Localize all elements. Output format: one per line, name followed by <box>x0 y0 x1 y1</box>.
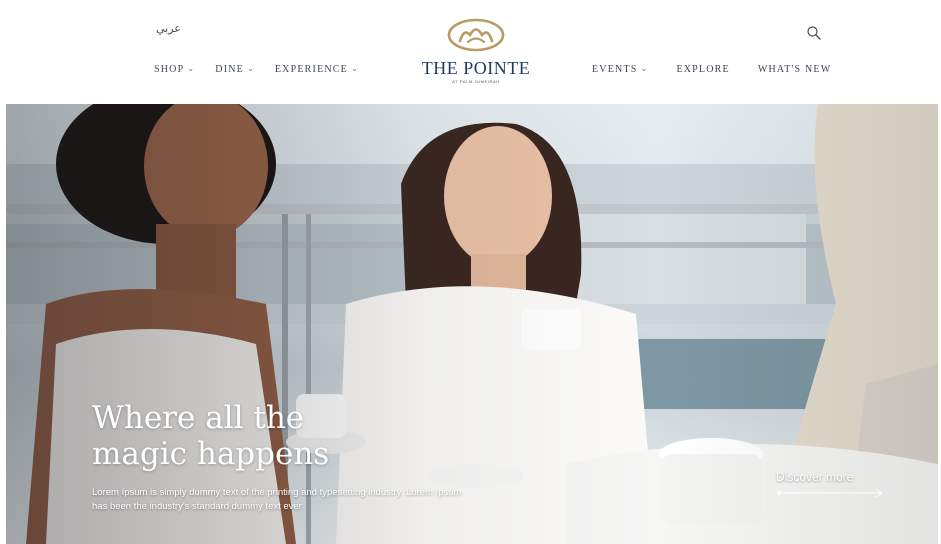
logo-wordmark: THE POINTE <box>421 58 531 78</box>
nav-item-dine[interactable]: DINE ⌄ <box>209 64 261 75</box>
primary-nav-left: SHOP ⌄ DINE ⌄ EXPERIENCE ⌄ <box>148 64 373 75</box>
discover-more-link[interactable]: Discover more <box>776 470 896 498</box>
chevron-down-icon: ⌄ <box>187 64 196 73</box>
language-switch-link[interactable]: عربي <box>156 22 181 35</box>
crown-arches-logo-icon <box>447 18 505 52</box>
site-header: عربي SHOP ⌄ DINE ⌄ EXPERIENCE ⌄ THE POIN… <box>6 0 938 104</box>
logo-tagline: AT PALM JUMEIRAH <box>452 79 500 84</box>
hero-banner: Where all the magic happens Lorem Ipsum … <box>6 104 938 544</box>
nav-item-label: DINE <box>215 64 244 75</box>
arrow-right-icon <box>776 488 883 498</box>
nav-item-explore[interactable]: EXPLORE <box>670 64 735 75</box>
hero-title: Where all the magic happens <box>92 400 330 472</box>
nav-item-label: SHOP <box>154 64 185 75</box>
nav-item-events[interactable]: EVENTS ⌄ <box>586 64 654 75</box>
nav-item-shop[interactable]: SHOP ⌄ <box>148 64 201 75</box>
discover-more-label: Discover more <box>776 470 854 484</box>
nav-item-whats-new[interactable]: WHAT'S NEW <box>752 64 838 75</box>
chevron-down-icon: ⌄ <box>246 64 255 73</box>
chevron-down-icon: ⌄ <box>640 64 649 73</box>
chevron-down-icon: ⌄ <box>350 64 359 73</box>
primary-nav-right: EVENTS ⌄ EXPLORE WHAT'S NEW <box>586 64 853 75</box>
nav-item-label: WHAT'S NEW <box>757 64 832 75</box>
nav-item-experience[interactable]: EXPERIENCE ⌄ <box>269 64 365 75</box>
nav-item-label: EVENTS <box>592 64 638 75</box>
site-logo[interactable]: THE POINTE AT PALM JUMEIRAH <box>411 16 541 84</box>
nav-item-label: EXPLORE <box>676 64 730 75</box>
hero-description: Lorem Ipsum is simply dummy text of the … <box>92 487 462 512</box>
nav-item-label: EXPERIENCE <box>274 64 348 75</box>
search-icon[interactable] <box>806 25 822 41</box>
